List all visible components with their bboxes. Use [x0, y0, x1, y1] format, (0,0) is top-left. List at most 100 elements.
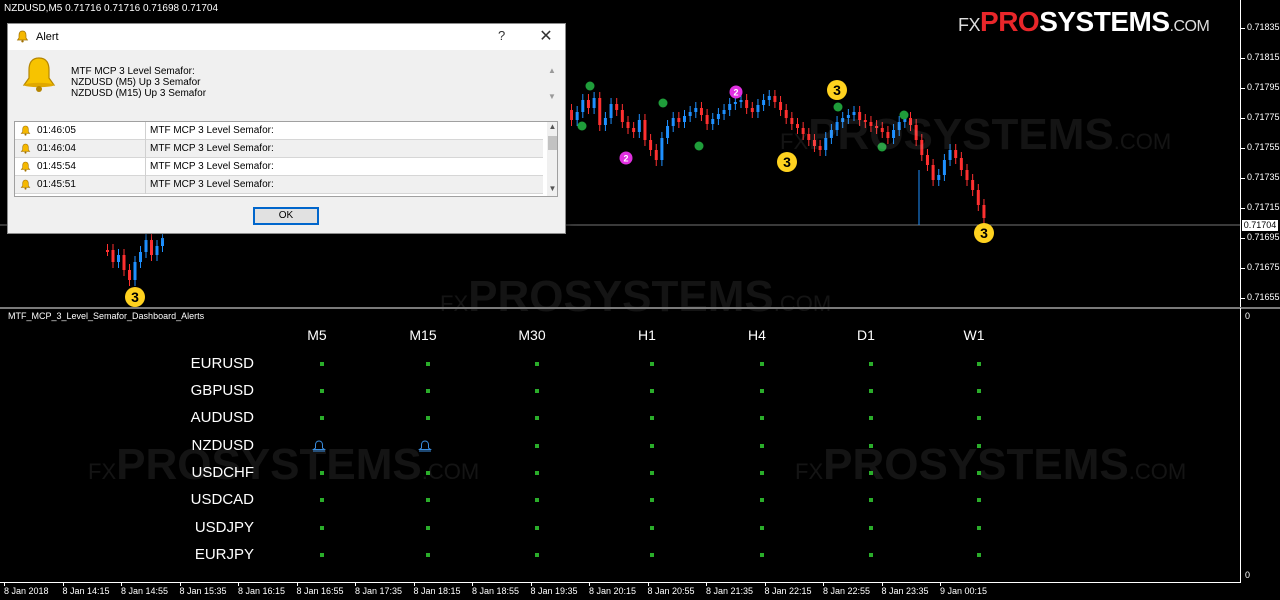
scroll-thumb[interactable] [548, 136, 557, 150]
candle [615, 98, 619, 116]
alert-list-row[interactable]: 01:45:54 MTF MCP 3 Level Semafor: [15, 158, 543, 176]
status-dot [535, 416, 539, 420]
alert-title: Alert [36, 31, 59, 43]
semafor-1-marker [658, 98, 668, 108]
scroll-up-icon[interactable]: ▲ [547, 66, 557, 76]
status-dot [869, 526, 873, 530]
alert-titlebar[interactable]: Alert ? ✕ [8, 24, 565, 50]
logo-com: .COM [1169, 18, 1210, 35]
candle [603, 112, 607, 131]
semafor-1-marker [585, 81, 595, 91]
alert-list-row[interactable]: 01:46:05 MTF MCP 3 Level Semafor: [15, 122, 543, 140]
timeframe-header-m15: M15 [409, 327, 437, 343]
status-dot [535, 471, 539, 475]
candle [632, 122, 636, 138]
status-dot [535, 553, 539, 557]
list-scrollbar[interactable]: ▲ ▼ [547, 122, 557, 196]
status-dot [869, 553, 873, 557]
status-dot [535, 444, 539, 448]
status-dot [977, 553, 981, 557]
alert-dialog[interactable]: Alert ? ✕ MTF MCP 3 Level Semafor: NZDUS… [7, 23, 566, 234]
candle [750, 102, 754, 118]
candle [728, 98, 732, 116]
status-dot [869, 416, 873, 420]
candle [660, 132, 664, 166]
alert-time: 01:45:54 [37, 161, 76, 172]
status-dot [869, 498, 873, 502]
status-dot [977, 362, 981, 366]
pane-separator[interactable] [0, 307, 1280, 309]
alert-bell-icon [312, 440, 326, 452]
candle [581, 94, 585, 118]
scroll-up-icon[interactable]: ▲ [547, 122, 557, 132]
help-button[interactable]: ? [498, 28, 505, 43]
alert-message-area: MTF MCP 3 Level Semafor: NZDUSD (M5) Up … [13, 52, 560, 114]
status-dot [977, 526, 981, 530]
status-dot [426, 416, 430, 420]
current-price-tag: 0.71704 [1242, 220, 1278, 231]
status-dot [650, 362, 654, 366]
status-dot [977, 444, 981, 448]
indicator-axis[interactable]: 0 0 [1240, 308, 1280, 583]
candle [767, 90, 771, 106]
close-button[interactable]: ✕ [536, 26, 556, 46]
alert-history-list[interactable]: 01:46:05 MTF MCP 3 Level Semafor: 01:46:04… [14, 121, 558, 197]
candle [756, 99, 760, 118]
time-label: 8 Jan 16:15 [238, 586, 286, 596]
status-dot [320, 389, 324, 393]
candle [722, 104, 726, 120]
status-dot [760, 498, 764, 502]
time-label: 8 Jan 22:55 [823, 586, 871, 596]
logo-pro: PRO [980, 6, 1040, 37]
time-label: 8 Jan 17:35 [355, 586, 403, 596]
status-dot [869, 389, 873, 393]
candle [688, 106, 692, 122]
bell-icon [16, 30, 29, 43]
candle [155, 240, 159, 261]
semafor-3-marker: 3 [827, 80, 847, 100]
alert-message-line: NZDUSD (M15) Up 3 Semafor [71, 88, 207, 99]
status-dot [535, 498, 539, 502]
price-tick [1241, 28, 1245, 29]
price-label: 0.71715 [1247, 202, 1280, 212]
price-label: 0.71655 [1247, 292, 1280, 302]
symbol-label-eurusd: EURUSD [190, 355, 254, 372]
candle [150, 234, 153, 261]
timeframe-header-m30: M30 [518, 327, 546, 343]
time-label: 8 Jan 19:35 [530, 586, 578, 596]
candle [139, 246, 142, 268]
time-label: 8 Jan 23:35 [881, 586, 929, 596]
scroll-down-icon[interactable]: ▼ [547, 92, 557, 102]
price-axis[interactable]: 0.71835 0.71815 0.71795 0.71775 0.71755 0.717… [1240, 0, 1280, 308]
candle [773, 90, 777, 108]
status-dot [869, 471, 873, 475]
price-tick [1241, 208, 1245, 209]
timeframe-header-m5: M5 [307, 327, 327, 343]
status-dot [320, 526, 324, 530]
symbol-label-audusd: AUDUSD [190, 409, 254, 426]
timeframe-header-h4: H4 [748, 327, 766, 343]
message-scrollbar[interactable]: ▲ ▼ [547, 66, 557, 112]
symbol-label-usdjpy: USDJPY [194, 519, 254, 536]
candle [976, 184, 980, 211]
svg-text:3: 3 [980, 225, 988, 241]
status-dot [760, 553, 764, 557]
semafor-2-marker: 2 [729, 85, 743, 99]
status-dot [320, 471, 324, 475]
ok-button[interactable]: OK [253, 207, 319, 225]
alert-list-row[interactable]: 01:46:04 MTF MCP 3 Level Semafor: [15, 140, 543, 158]
alert-list-row[interactable]: 01:45:51 MTF MCP 3 Level Semafor: [15, 176, 543, 194]
time-label: 8 Jan 14:55 [121, 586, 169, 596]
candle [586, 94, 590, 114]
status-dot [650, 498, 654, 502]
symbol-label-eurjpy: EURJPY [194, 546, 254, 563]
scroll-down-icon[interactable]: ▼ [547, 184, 557, 194]
logo-fx: FX [958, 15, 981, 35]
svg-text:2: 2 [733, 88, 738, 98]
time-axis[interactable]: 8 Jan 2018 8 Jan 14:15 8 Jan 14:55 8 Jan 15… [0, 582, 1240, 600]
watermark: FXPROSYSTEMS.COM [780, 110, 1172, 159]
price-label: 0.71835 [1247, 22, 1280, 32]
candle [117, 249, 120, 268]
candle [128, 264, 131, 286]
price-tick [1241, 88, 1245, 89]
